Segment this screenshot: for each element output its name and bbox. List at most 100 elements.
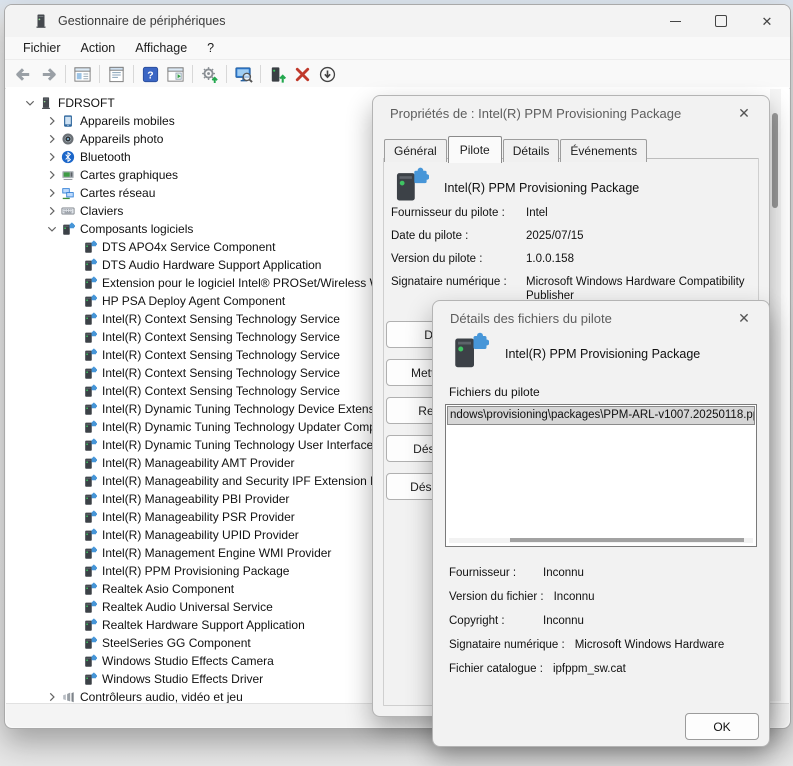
chevron-spacer — [66, 437, 82, 453]
device-name: Intel(R) PPM Provisioning Package — [505, 347, 700, 361]
field-row: Version du pilote :1.0.0.158 — [391, 252, 751, 266]
title-bar: Gestionnaire de périphériques ✕ — [5, 5, 790, 37]
component-icon — [82, 654, 98, 669]
chevron-spacer — [66, 455, 82, 471]
forward-icon[interactable] — [36, 63, 61, 86]
field-row: Version du fichier :Inconnu — [449, 591, 757, 604]
component-icon — [82, 546, 98, 561]
scrollbar-thumb[interactable] — [510, 538, 744, 542]
chevron-spacer — [66, 257, 82, 273]
chevron-spacer — [66, 671, 82, 687]
main-vertical-scrollbar[interactable] — [770, 89, 781, 701]
chevron-spacer — [66, 365, 82, 381]
component-icon — [82, 366, 98, 381]
help-icon[interactable]: ? — [138, 63, 163, 86]
tree-item-label: Cartes réseau — [80, 186, 155, 200]
dialog-close-button[interactable]: ✕ — [729, 100, 759, 126]
close-icon: ✕ — [738, 105, 750, 122]
menu-item-affichage[interactable]: Affichage — [125, 39, 197, 57]
tree-item-label: Extension pour le logiciel Intel® PROSet… — [102, 276, 394, 290]
ok-button[interactable]: OK — [685, 713, 759, 740]
chevron-right-icon[interactable] — [44, 203, 60, 219]
chevron-spacer — [66, 491, 82, 507]
field-value: Inconnu — [543, 567, 584, 580]
tree-item-label: DTS APO4x Service Component — [102, 240, 275, 254]
component-icon — [82, 528, 98, 543]
bluetooth-icon — [60, 150, 76, 165]
component-icon — [82, 258, 98, 273]
tree-item-label: Intel(R) Dynamic Tuning Technology Updat… — [102, 420, 406, 434]
chevron-down-icon[interactable] — [44, 221, 60, 237]
tree-item-label: Contrôleurs audio, vidéo et jeu — [80, 690, 243, 704]
maximize-button[interactable] — [698, 5, 744, 37]
chevron-down-icon[interactable] — [22, 95, 38, 111]
dialog-close-button[interactable]: ✕ — [729, 305, 759, 331]
properties-icon[interactable] — [104, 63, 129, 86]
listbox-horizontal-scrollbar[interactable] — [449, 538, 753, 543]
minimize-button[interactable] — [652, 5, 698, 37]
update-driver-icon[interactable] — [265, 63, 290, 86]
toolbar: ? — [5, 59, 790, 89]
field-value: 1.0.0.158 — [526, 252, 751, 266]
tree-item-label: Appareils photo — [80, 132, 163, 146]
tree-item-label: Windows Studio Effects Driver — [102, 672, 263, 686]
file-info-fields: Fournisseur :InconnuVersion du fichier :… — [449, 567, 757, 687]
field-value: ipfppm_sw.cat — [553, 663, 626, 676]
component-icon — [82, 582, 98, 597]
field-label: Version du pilote : — [391, 252, 526, 266]
tree-item-label: Bluetooth — [80, 150, 131, 164]
dialog-title: Propriétés de : Intel(R) PPM Provisionin… — [390, 106, 729, 121]
chevron-spacer — [66, 599, 82, 615]
network-icon — [60, 186, 76, 201]
tab-pilote[interactable]: Pilote — [448, 136, 502, 163]
chevron-spacer — [66, 617, 82, 633]
device-name: Intel(R) PPM Provisioning Package — [444, 181, 639, 195]
field-value: Inconnu — [543, 615, 584, 628]
chevron-spacer — [66, 383, 82, 399]
chevron-right-icon[interactable] — [44, 167, 60, 183]
tree-item-label: Intel(R) Context Sensing Technology Serv… — [102, 348, 340, 362]
chevron-spacer — [66, 635, 82, 651]
gear-update-icon[interactable] — [197, 63, 222, 86]
menu-item-action[interactable]: Action — [71, 39, 126, 57]
driver-files-listbox[interactable]: ndows\provisioning\packages\PPM-ARL-v100… — [445, 404, 757, 547]
tab-détails[interactable]: Détails — [503, 139, 560, 162]
svg-text:?: ? — [147, 70, 153, 81]
menu-bar: FichierActionAffichage? — [5, 37, 790, 59]
tab-événements[interactable]: Événements — [560, 139, 647, 162]
chevron-right-icon[interactable] — [44, 689, 60, 704]
tree-item-label: Composants logiciels — [80, 222, 193, 236]
console-tree-icon[interactable] — [70, 63, 95, 86]
chevron-spacer — [66, 545, 82, 561]
disable-icon[interactable] — [315, 63, 340, 86]
menu-item-fichier[interactable]: Fichier — [13, 39, 71, 57]
component-icon — [82, 312, 98, 327]
driver-file-item[interactable]: ndows\provisioning\packages\PPM-ARL-v100… — [447, 406, 755, 425]
tree-item-label: Windows Studio Effects Camera — [102, 654, 274, 668]
component-icon — [82, 672, 98, 687]
tree-item-label: Intel(R) Manageability AMT Provider — [102, 456, 295, 470]
audio-icon — [60, 690, 76, 705]
tree-item-label: Intel(R) Context Sensing Technology Serv… — [102, 366, 340, 380]
toolbar-separator — [65, 65, 66, 83]
uninstall-icon[interactable] — [290, 63, 315, 86]
minimize-icon — [670, 21, 681, 22]
action-pane-icon[interactable] — [163, 63, 188, 86]
chevron-spacer — [66, 347, 82, 363]
field-label: Signataire numérique : — [449, 639, 565, 652]
tree-item-label: Realtek Hardware Support Application — [102, 618, 305, 632]
back-icon[interactable] — [11, 63, 36, 86]
chevron-right-icon[interactable] — [44, 149, 60, 165]
field-row: Date du pilote :2025/07/15 — [391, 229, 751, 243]
menu-item-help[interactable]: ? — [197, 39, 224, 57]
scrollbar-thumb[interactable] — [772, 113, 778, 208]
chevron-right-icon[interactable] — [44, 131, 60, 147]
chevron-spacer — [66, 239, 82, 255]
component-icon — [82, 240, 98, 255]
close-button[interactable]: ✕ — [744, 5, 790, 37]
tab-général[interactable]: Général — [384, 139, 447, 162]
scan-hardware-icon[interactable] — [231, 63, 256, 86]
component-icon — [82, 600, 98, 615]
chevron-right-icon[interactable] — [44, 185, 60, 201]
chevron-right-icon[interactable] — [44, 113, 60, 129]
